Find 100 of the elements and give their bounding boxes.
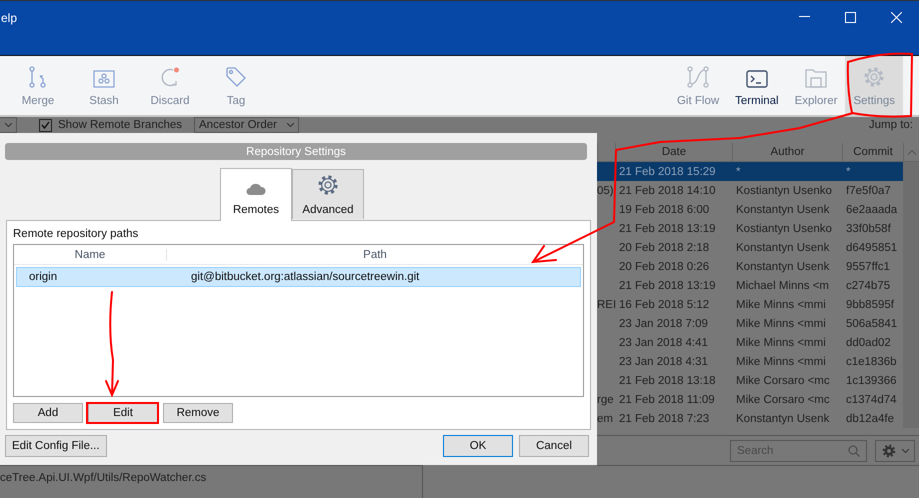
table-cell-text: 21 Feb 2018 7:23 [618,412,710,424]
table-cell-text: Konstantyn Usenk [735,412,830,424]
table-cell: 05) [597,184,615,196]
terminal-icon [746,70,768,88]
settings-icon [317,174,339,196]
table-cell-text: 33f0b58f [845,222,892,234]
table-cell-text: db12a4fe [845,412,895,424]
highlight-outline [846,52,913,118]
column-header[interactable]: Date [615,143,732,161]
settings-dropdown[interactable] [875,440,915,462]
table-cell-text: * [845,166,852,178]
git-flow-icon [687,66,710,88]
search-icon [848,444,860,456]
discard-icon [159,66,181,88]
column-header[interactable]: Commit [842,143,903,161]
scroll-up-icon[interactable] [903,143,919,161]
commit-row[interactable]: 23 Jan 2018 4:41 Mike Minns <mmi dd0ad02 [597,333,919,352]
commit-row[interactable]: 21 Feb 2018 13:19 Michael Minns <m c274b75 [597,276,919,295]
column-header[interactable]: Author [732,143,842,161]
commit-row[interactable]: 23 Jan 2018 7:09 Mike Minns <mmi 506a5841 [597,314,919,333]
order-dropdown[interactable]: Ancestor Order [194,117,299,133]
menu-item[interactable]: elp [1,11,18,25]
table-cell: REI [597,298,615,310]
commit-row[interactable]: REI 16 Feb 2018 5:12 Mike Minns <mmi 9bb8595f [597,295,919,314]
table-cell-text: Michael Minns <m [735,280,830,292]
group-label: Remote repository paths [13,228,140,240]
jump-to-label: Jump to: [868,119,913,131]
table-cell-text: c274b75 [845,280,892,292]
stash-icon [93,70,115,88]
tag-icon [225,66,247,88]
tab[interactable]: Remotes [220,168,292,221]
edit-config-button[interactable]: Edit Config File... [5,435,107,457]
caret-icon [902,448,908,452]
table-cell-text: Mike Minns <mmi [735,318,827,330]
table-cell-text: 506a5841 [845,318,898,330]
dialog-title: Repository Settings [5,143,587,160]
file-path[interactable]: ceTree.Api.UI.Wpf/Utils/RepoWatcher.cs [0,472,422,484]
commit-row[interactable]: 21 Feb 2018 15:29 * * [597,162,919,181]
table-cell-text: 23 Jan 2018 7:09 [618,318,709,330]
dialog-button[interactable]: OK [443,435,513,457]
table-cell-text: 1c139366 [845,374,898,386]
commit-row[interactable]: 19 Feb 2018 6:00 Konstantyn Usenk 6e2aaada [597,200,919,219]
remote-row[interactable]: origin git@bitbucket.org:atlassian/sourcetreewin.git [16,267,581,287]
table-cell-text: c1374d74 [845,394,898,406]
table-cell-text: Konstantyn Usenk [735,204,830,216]
table-cell-text: Mike Corsaro <mc [735,394,831,406]
table-cell-text: 21 Feb 2018 13:18 [618,374,717,386]
table-cell-text: 19 Feb 2018 6:00 [618,204,710,216]
commit-row[interactable]: 05) 21 Feb 2018 14:10 Kostiantyn Usenko f7e5f0a7 [597,181,919,200]
commit-row[interactable]: rge 21 Feb 2018 11:09 Mike Corsaro <mc c1374d74 [597,390,919,409]
table-cell-text: d6495851 [845,242,898,254]
table-cell-text: 23 Jan 2018 4:41 [618,336,709,348]
table-cell-text: Kostiantyn Usenko [735,184,833,196]
dialog-button[interactable]: Cancel [519,435,589,457]
table-cell-text: Mike Minns <mmi [735,336,827,348]
cloud-icon [246,182,266,196]
table-cell-text: Konstantyn Usenk [735,242,830,254]
commit-row[interactable]: 23 Jan 2018 4:31 Mike Minns <mmi c1e1836b [597,352,919,371]
table-cell-text: 21 Feb 2018 13:19 [618,280,717,292]
table-cell-text: 16 Feb 2018 5:12 [618,298,710,310]
caret-icon [287,123,294,127]
table-cell-text: 6e2aaada [845,204,898,216]
commit-row[interactable]: em 21 Feb 2018 7:23 Konstantyn Usenk db12a4fe [597,409,919,428]
checkbox[interactable] [39,118,52,132]
folder-icon [805,68,828,88]
close-icon [890,12,902,22]
table-cell-text: 23 Jan 2018 4:31 [618,356,709,368]
table-cell-text: 9bb8595f [845,298,895,310]
table-cell-text: 9557ffc1 [845,260,891,272]
table-cell-text: dd0ad02 [845,336,892,348]
tab[interactable]: Advanced [292,169,364,219]
table-cell-text: 21 Feb 2018 15:29 [618,166,717,178]
table-cell-text: 20 Feb 2018 2:18 [618,242,710,254]
gear-icon [882,444,896,458]
commit-row[interactable]: 20 Feb 2018 2:18 Konstantyn Usenk d6495851 [597,238,919,257]
merge-icon [28,66,48,88]
table-cell-text: Mike Minns <mmi [735,298,827,310]
commit-row[interactable]: 20 Feb 2018 0:26 Konstantyn Usenk 9557ffc1 [597,257,919,276]
minimize-icon [798,16,810,18]
commit-row[interactable]: 21 Feb 2018 13:19 Kostiantyn Usenko 33f0b58f [597,219,919,238]
list-button[interactable]: Add [13,403,83,423]
table-cell-text: * [735,166,742,178]
commit-row[interactable]: 21 Feb 2018 13:18 Mike Corsaro <mc 1c139366 [597,371,919,390]
column-header[interactable]: Name [14,248,166,260]
settings-icon [863,66,886,88]
toolbar-button[interactable]: Terminal [727,56,787,115]
table-cell-text: 21 Feb 2018 13:19 [618,222,717,234]
table-cell-text: 21 Feb 2018 11:09 [618,394,716,406]
table-cell-text: 20 Feb 2018 0:26 [618,260,710,272]
table-cell: rge [597,394,615,406]
table-cell-text: em [597,412,614,424]
table-cell-text: Kostiantyn Usenko [735,222,833,234]
table-cell-text: Mike Corsaro <mc [735,374,831,386]
table-cell-text: Mike Minns <mmi [735,356,827,368]
maximize-icon [844,12,856,22]
table-cell-text: Konstantyn Usenk [735,260,830,272]
table-cell-text: 21 Feb 2018 14:10 [618,184,717,196]
list-button[interactable]: Remove [163,403,233,423]
column-header[interactable]: Path [166,248,583,260]
table-cell-text: c1e1836b [845,356,898,368]
